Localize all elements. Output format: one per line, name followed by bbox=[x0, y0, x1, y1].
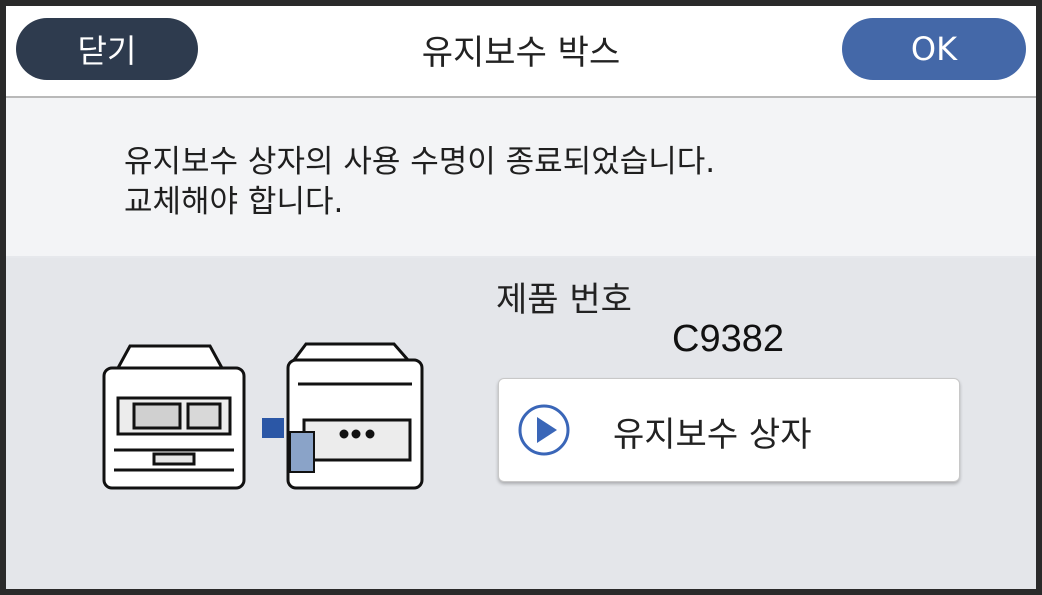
printer-side-icon bbox=[286, 342, 424, 490]
play-icon bbox=[518, 404, 570, 456]
dialog-frame: 닫기 유지보수 박스 OK 유지보수 상자의 사용 수명이 종료되었습니다. 교… bbox=[0, 0, 1042, 595]
product-panel: 제품 번호 C9382 유지보수 상자 bbox=[6, 258, 1036, 589]
ok-button[interactable]: OK bbox=[842, 18, 1026, 80]
maintenance-box-button[interactable]: 유지보수 상자 bbox=[498, 378, 960, 482]
header-bar: 닫기 유지보수 박스 OK bbox=[6, 6, 1036, 98]
message-area: 유지보수 상자의 사용 수명이 종료되었습니다. 교체해야 합니다. bbox=[6, 98, 1036, 256]
label-marker-icon bbox=[262, 418, 284, 438]
page-title: 유지보수 박스 bbox=[421, 32, 621, 73]
product-number-value: C9382 bbox=[672, 318, 784, 360]
product-number-label: 제품 번호 bbox=[496, 280, 632, 320]
maintenance-box-label: 유지보수 상자 bbox=[613, 415, 812, 455]
close-button[interactable]: 닫기 bbox=[16, 18, 198, 80]
status-message: 유지보수 상자의 사용 수명이 종료되었습니다. 교체해야 합니다. bbox=[124, 144, 716, 220]
printer-front-icon bbox=[102, 344, 246, 490]
printer-illustration bbox=[102, 342, 424, 490]
